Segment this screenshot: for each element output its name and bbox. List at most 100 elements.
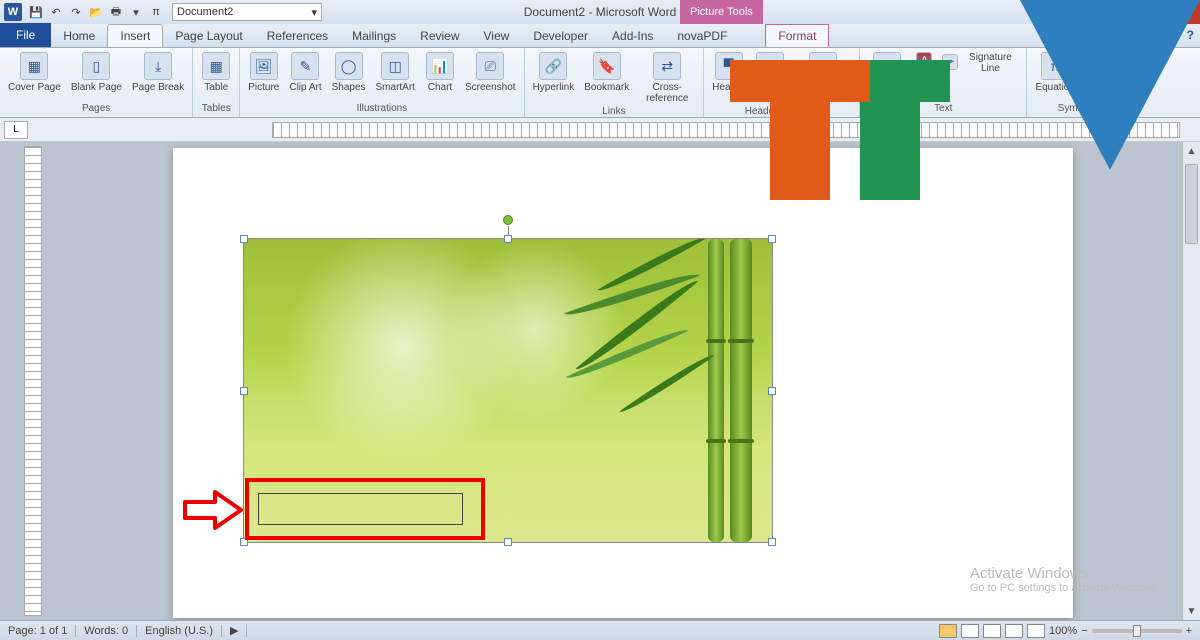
scroll-up-icon[interactable]: ▲ bbox=[1183, 142, 1200, 160]
signature-line-button[interactable]: ✒Signature Line bbox=[938, 50, 1022, 76]
blank-page-label: Blank Page bbox=[71, 82, 122, 93]
equation-button[interactable]: πEquation bbox=[1031, 50, 1078, 95]
smartart-label: SmartArt bbox=[376, 82, 415, 93]
symbol-button[interactable]: ΩSymbol bbox=[1081, 50, 1122, 95]
contextual-tab-group: Picture Tools bbox=[680, 0, 763, 24]
rotate-handle[interactable] bbox=[503, 215, 513, 225]
tab-addins[interactable]: Add-Ins bbox=[600, 25, 665, 47]
zoom-slider[interactable] bbox=[1092, 629, 1182, 633]
qat-equation-icon[interactable]: π bbox=[147, 3, 165, 21]
zoom-level[interactable]: 100% bbox=[1049, 625, 1077, 637]
tab-view[interactable]: View bbox=[472, 25, 522, 47]
close-button[interactable]: ✕ bbox=[1154, 0, 1200, 24]
qat-redo-icon[interactable]: ↷ bbox=[67, 3, 85, 21]
cover-page-label: Cover Page bbox=[8, 82, 61, 93]
view-outline-button[interactable] bbox=[1005, 624, 1023, 638]
header-button[interactable]: ▀Header bbox=[708, 50, 749, 95]
document-page[interactable] bbox=[173, 148, 1073, 618]
page-number-label: Page Number bbox=[795, 82, 851, 104]
maximize-button[interactable]: ▢ bbox=[1120, 0, 1154, 24]
tab-selector[interactable]: L bbox=[4, 121, 28, 139]
tab-developer[interactable]: Developer bbox=[521, 25, 600, 47]
dropcap-icon: A̲ bbox=[916, 75, 932, 91]
view-print-layout-button[interactable] bbox=[939, 624, 957, 638]
resize-handle-br[interactable] bbox=[768, 538, 776, 546]
wordart-button[interactable]: A bbox=[912, 50, 936, 72]
help-icon[interactable]: ? bbox=[1187, 28, 1194, 42]
ribbon-minimize-icon[interactable]: ⌃ bbox=[1171, 28, 1181, 42]
screenshot-button[interactable]: ⎚Screenshot bbox=[461, 50, 520, 95]
tab-references[interactable]: References bbox=[255, 25, 340, 47]
group-illustrations-label: Illustrations bbox=[244, 103, 519, 115]
view-draft-button[interactable] bbox=[1027, 624, 1045, 638]
status-words[interactable]: Words: 0 bbox=[76, 625, 137, 637]
clipart-button[interactable]: ✎ Clip Art bbox=[285, 50, 325, 95]
document-name-text: Document2 bbox=[177, 6, 233, 18]
zoom-out-button[interactable]: − bbox=[1081, 625, 1087, 637]
qat-dropdown-icon[interactable]: ▾ bbox=[127, 3, 145, 21]
dropcap-button[interactable]: A̲ bbox=[912, 73, 936, 95]
bookmark-button[interactable]: 🔖Bookmark bbox=[580, 50, 633, 95]
qat-open-icon[interactable]: 📂 bbox=[87, 3, 105, 21]
qat-undo-icon[interactable]: ↶ bbox=[47, 3, 65, 21]
tab-file[interactable]: File bbox=[0, 23, 51, 47]
scroll-thumb[interactable] bbox=[1185, 164, 1198, 244]
tab-review[interactable]: Review bbox=[408, 25, 471, 47]
bamboo-leaf bbox=[619, 348, 714, 418]
resize-handle-bm[interactable] bbox=[504, 538, 512, 546]
picture-button[interactable]: 🖼Picture bbox=[244, 50, 283, 95]
page-number-button[interactable]: #Page Number bbox=[791, 50, 855, 106]
group-text: AText Box A A̲ ✒Signature Line Text bbox=[860, 48, 1027, 117]
bookmark-icon: 🔖 bbox=[593, 52, 621, 80]
footer-button[interactable]: ▄Footer bbox=[751, 50, 789, 95]
resize-handle-tm[interactable] bbox=[504, 235, 512, 243]
bamboo-stalk bbox=[730, 239, 752, 542]
minimize-button[interactable]: — bbox=[1086, 0, 1120, 24]
blank-page-button[interactable]: ▯Blank Page bbox=[67, 50, 126, 95]
group-tables: ▦Table Tables bbox=[193, 48, 240, 117]
resize-handle-tr[interactable] bbox=[768, 235, 776, 243]
resize-handle-tl[interactable] bbox=[240, 235, 248, 243]
zoom-slider-thumb[interactable] bbox=[1133, 625, 1141, 637]
group-symbols: πEquation ΩSymbol Symbols bbox=[1027, 48, 1126, 117]
crossref-button[interactable]: ⇄Cross-reference bbox=[635, 50, 699, 106]
group-pages: ▦Cover Page ▯Blank Page ⤓Page Break Page… bbox=[0, 48, 193, 117]
view-web-button[interactable] bbox=[983, 624, 1001, 638]
table-label: Table bbox=[204, 82, 228, 93]
cover-page-button[interactable]: ▦Cover Page bbox=[4, 50, 65, 95]
screenshot-icon: ⎚ bbox=[476, 52, 504, 80]
table-button[interactable]: ▦Table bbox=[197, 50, 235, 95]
hyperlink-button[interactable]: 🔗Hyperlink bbox=[529, 50, 579, 95]
view-fullscreen-button[interactable] bbox=[961, 624, 979, 638]
textbox-icon: A bbox=[873, 52, 901, 80]
shapes-button[interactable]: ◯Shapes bbox=[328, 50, 370, 95]
status-macro-icon[interactable]: ▶ bbox=[222, 624, 247, 637]
resize-handle-rm[interactable] bbox=[768, 387, 776, 395]
tab-novapdf[interactable]: novaPDF bbox=[665, 25, 739, 47]
page-break-button[interactable]: ⤓Page Break bbox=[128, 50, 188, 95]
resize-handle-lm[interactable] bbox=[240, 387, 248, 395]
scroll-down-icon[interactable]: ▼ bbox=[1183, 602, 1200, 620]
clipart-icon: ✎ bbox=[291, 52, 319, 80]
qat-print-icon[interactable]: 🖶 bbox=[107, 3, 125, 21]
tab-page-layout[interactable]: Page Layout bbox=[163, 25, 254, 47]
chart-button[interactable]: 📊Chart bbox=[421, 50, 459, 95]
page-number-icon: # bbox=[809, 52, 837, 80]
horizontal-ruler[interactable] bbox=[272, 122, 1180, 138]
tab-mailings[interactable]: Mailings bbox=[340, 25, 408, 47]
document-name-dropdown[interactable]: Document2▾ bbox=[172, 3, 322, 21]
tab-home[interactable]: Home bbox=[51, 25, 107, 47]
zoom-in-button[interactable]: + bbox=[1186, 625, 1192, 637]
smartart-button[interactable]: ◫SmartArt bbox=[372, 50, 419, 95]
tab-insert[interactable]: Insert bbox=[107, 24, 163, 47]
vertical-ruler[interactable] bbox=[24, 146, 42, 616]
textbox-button[interactable]: AText Box bbox=[864, 50, 910, 95]
symbol-icon: Ω bbox=[1088, 52, 1116, 80]
bamboo-stalk bbox=[708, 239, 724, 542]
status-page[interactable]: Page: 1 of 1 bbox=[0, 625, 76, 637]
tab-format[interactable]: Format bbox=[765, 24, 829, 47]
vertical-scrollbar[interactable]: ▲ ▼ bbox=[1182, 142, 1200, 620]
qat-save-icon[interactable]: 💾 bbox=[27, 3, 45, 21]
status-language[interactable]: English (U.S.) bbox=[137, 625, 222, 637]
clipart-label: Clip Art bbox=[289, 82, 321, 93]
